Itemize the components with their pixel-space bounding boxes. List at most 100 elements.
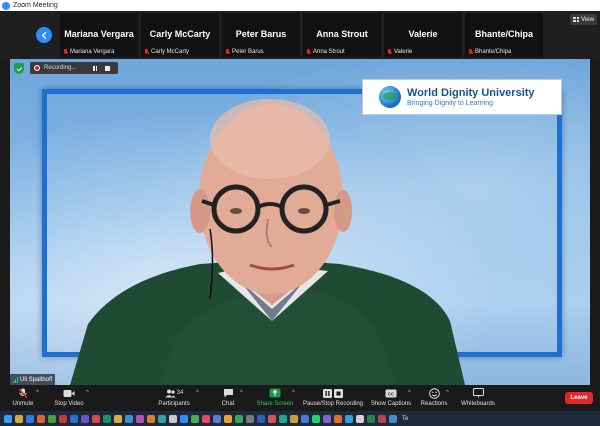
app-icon[interactable]	[103, 414, 111, 423]
app-icon[interactable]	[224, 414, 232, 423]
chevron-up-icon[interactable]: ^	[196, 390, 199, 396]
svg-text:CC: CC	[388, 391, 395, 396]
chat-label: Chat	[221, 401, 235, 407]
app-icon[interactable]	[114, 414, 122, 423]
meeting-toolbar: Unmute ^ Stop Video ^ 34 Participants ^ …	[0, 385, 600, 411]
chevron-up-icon[interactable]: ^	[36, 390, 39, 396]
whiteboard-icon	[471, 387, 485, 399]
participant-tile[interactable]: Anna Strout Anna Strout	[303, 13, 381, 57]
app-icon[interactable]	[279, 414, 287, 423]
participant-tile[interactable]: Peter Barus Peter Barus	[222, 13, 300, 57]
participant-tile[interactable]: Mariana Vergara Mariana Vergara	[60, 13, 138, 57]
app-icon[interactable]	[191, 414, 199, 423]
app-icon[interactable]	[70, 414, 78, 423]
os-taskbar: Te	[0, 411, 600, 426]
chevron-up-icon[interactable]: ^	[292, 390, 295, 396]
window-title: Zoom Meeting	[13, 2, 58, 9]
unmute-label: Unmute	[12, 401, 34, 407]
app-icon[interactable]	[235, 414, 243, 423]
speaker-figure	[70, 99, 465, 385]
leave-button[interactable]: Leave	[565, 392, 593, 404]
active-speaker-video: World Dignity University Bringing Dignit…	[10, 59, 590, 385]
app-icon[interactable]	[125, 414, 133, 423]
chat-button[interactable]: Chat	[214, 387, 242, 409]
app-icon[interactable]	[334, 414, 342, 423]
unmute-button[interactable]: Unmute	[6, 387, 40, 409]
participant-tile[interactable]: Bhante/Chipa Bhante/Chipa	[465, 13, 543, 57]
chevron-up-icon[interactable]: ^	[446, 390, 449, 396]
app-icon[interactable]	[202, 414, 210, 423]
pause-recording-button[interactable]	[90, 64, 100, 73]
speaker-name-tag: Uli Spalthoff	[10, 374, 56, 385]
app-icon[interactable]	[158, 414, 166, 423]
chevron-up-icon[interactable]: ^	[240, 390, 243, 396]
zoom-taskbar-icon[interactable]	[180, 414, 188, 423]
mic-muted-icon	[306, 49, 311, 55]
app-icon[interactable]	[136, 414, 144, 423]
app-icon[interactable]	[169, 414, 177, 423]
microphone-muted-icon	[16, 387, 30, 399]
app-icon[interactable]	[81, 414, 89, 423]
video-camera-icon	[62, 387, 76, 399]
participants-icon: 34	[163, 387, 185, 399]
participant-strip: Mariana Vergara Mariana Vergara Carly Mc…	[0, 11, 600, 59]
app-icon[interactable]	[37, 414, 45, 423]
chevron-up-icon[interactable]: ^	[86, 390, 89, 396]
windows-start-icon[interactable]	[4, 414, 12, 423]
participant-count: 34	[176, 390, 184, 396]
participant-name: Mariana Vergara	[64, 29, 134, 39]
chevron-up-icon[interactable]: ^	[408, 390, 411, 396]
app-icon[interactable]	[92, 414, 100, 423]
app-icon[interactable]	[378, 414, 386, 423]
app-icon[interactable]	[268, 414, 276, 423]
recording-label: Recording...	[44, 65, 77, 71]
app-icon[interactable]	[257, 414, 265, 423]
mic-muted-icon	[225, 49, 230, 55]
app-icon[interactable]	[301, 414, 309, 423]
app-icon[interactable]	[389, 414, 397, 423]
connection-signal-icon	[13, 376, 18, 383]
participant-label: Peter Barus	[232, 49, 264, 55]
app-icon[interactable]	[290, 414, 298, 423]
chevron-left-icon	[41, 31, 46, 39]
title-bar: Zoom Meeting	[0, 0, 600, 11]
whatsapp-icon[interactable]	[312, 414, 320, 423]
participant-label: Carly McCarty	[151, 49, 190, 55]
pause-stop-recording-button[interactable]: Pause/Stop Recording	[302, 387, 364, 409]
grid-view-icon	[573, 17, 580, 22]
file-explorer-icon[interactable]	[15, 414, 23, 423]
view-label: View	[581, 16, 594, 23]
participants-button[interactable]: 34 Participants	[152, 387, 196, 409]
app-icon[interactable]	[345, 414, 353, 423]
participant-name: Valerie	[408, 29, 438, 39]
pause-stop-icon	[321, 387, 345, 399]
share-screen-button[interactable]: Share Screen	[254, 387, 296, 409]
view-button[interactable]: View	[570, 14, 597, 25]
app-icon[interactable]	[48, 414, 56, 423]
whiteboards-button[interactable]: Whiteboards	[458, 387, 498, 409]
app-icon[interactable]	[367, 414, 375, 423]
participant-tile[interactable]: Carly McCarty Carly McCarty	[141, 13, 219, 57]
stop-recording-button[interactable]	[103, 64, 112, 73]
app-icon[interactable]	[59, 414, 67, 423]
app-icon[interactable]	[213, 414, 221, 423]
show-captions-label: Show Captions	[370, 401, 412, 407]
participant-label: Mariana Vergara	[70, 49, 115, 55]
participant-name: Anna Strout	[316, 29, 368, 39]
participant-tile[interactable]: Valerie Valerie	[384, 13, 462, 57]
mic-muted-icon	[387, 49, 392, 55]
browser-icon[interactable]	[26, 414, 34, 423]
zoom-window: Zoom Meeting Mariana Vergara Mariana Ver…	[0, 0, 600, 426]
share-screen-label: Share Screen	[256, 401, 294, 407]
previous-page-button[interactable]	[36, 27, 52, 43]
participant-label: Valerie	[394, 49, 413, 55]
whiteboards-label: Whiteboards	[461, 401, 495, 407]
reactions-icon	[427, 387, 441, 399]
app-icon[interactable]	[147, 414, 155, 423]
app-icon[interactable]	[356, 414, 364, 423]
show-captions-button[interactable]: CC Show Captions	[370, 387, 412, 409]
app-icon[interactable]	[323, 414, 331, 423]
security-shield-icon[interactable]	[14, 63, 24, 74]
app-icon[interactable]	[246, 414, 254, 423]
stop-video-button[interactable]: Stop Video	[50, 387, 88, 409]
